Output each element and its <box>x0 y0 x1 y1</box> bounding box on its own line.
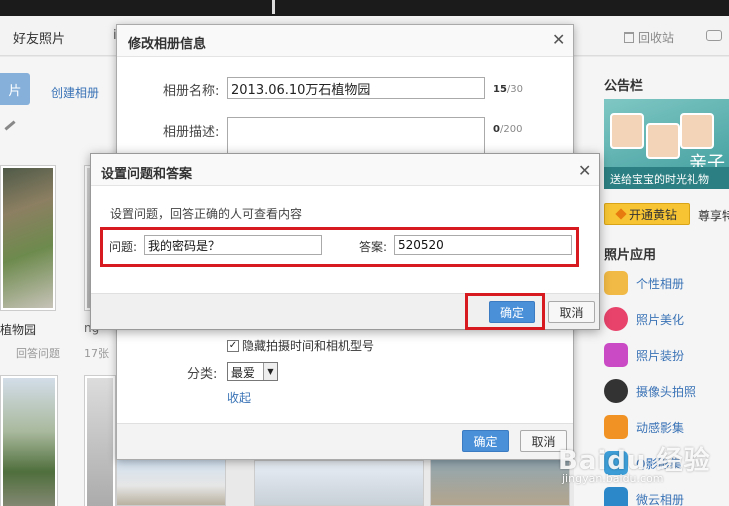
answer-input[interactable] <box>394 235 572 255</box>
desc-char-max: /200 <box>499 124 523 135</box>
dialog-hint: 设置问题，回答正确的人可查看内容 <box>110 207 303 221</box>
hide-exif-checkbox[interactable]: ✓ <box>227 339 239 352</box>
dialog-title: 设置问题和答案 <box>101 167 193 182</box>
category-value: 最爱 <box>231 366 256 380</box>
upload-photos-button[interactable]: 片 <box>0 73 30 105</box>
hide-exif-label: 隐藏拍摄时间和相机型号 <box>242 339 375 353</box>
top-strip <box>0 0 729 16</box>
camera-icon <box>604 379 628 403</box>
album-name-input[interactable] <box>227 77 485 99</box>
album-name-label: 相册名称: <box>163 84 220 99</box>
message-icon[interactable] <box>706 30 722 41</box>
album-cover-image <box>3 168 53 308</box>
dialog-footer: 确定 取消 <box>117 423 573 459</box>
app-item-personal-album[interactable]: 个性相册 <box>604 271 684 295</box>
top-strip-mark <box>272 0 275 14</box>
baidu-watermark-url: jingyan.baidu.com <box>562 472 664 485</box>
collapse-link[interactable]: 收起 <box>227 389 251 406</box>
photo-thumbnail[interactable] <box>254 460 424 506</box>
question-label: 问题: <box>109 240 138 254</box>
photo-thumbnail[interactable] <box>430 456 570 506</box>
album-meta: 回答问题 <box>16 347 60 360</box>
confirm-button[interactable]: 确定 <box>489 301 535 323</box>
dynamic-album-icon <box>604 415 628 439</box>
open-vip-button[interactable]: 开通黄钻 <box>604 203 690 225</box>
app-item-photo-beautify[interactable]: 照片美化 <box>604 307 684 331</box>
baby-photo <box>610 113 644 149</box>
nav-tab-friends-photos[interactable]: 好友照片 <box>13 28 65 47</box>
recycle-bin-label: 回收站 <box>638 31 675 45</box>
app-item-label: 照片装扮 <box>636 348 685 363</box>
open-vip-label: 开通黄钻 <box>628 207 677 222</box>
name-char-count: 15 <box>493 84 507 95</box>
category-select[interactable]: 最爱 ▼ <box>227 362 278 381</box>
name-char-counter: 15/30 <box>493 84 523 95</box>
dialog-header: 设置问题和答案 ✕ <box>91 154 599 186</box>
baby-photo <box>646 123 680 159</box>
decor-icon <box>604 343 628 367</box>
pencil-icon[interactable] <box>4 120 16 131</box>
vip-benefits-link[interactable]: 尊享特 <box>698 207 729 224</box>
notice-board-title: 公告栏 <box>604 79 644 94</box>
album-cover-image <box>3 378 55 506</box>
question-input[interactable] <box>144 235 322 255</box>
beauty-icon <box>604 307 628 331</box>
answer-label: 答案: <box>359 240 388 254</box>
album-cover-image <box>87 378 113 506</box>
weiyun-icon <box>604 487 628 506</box>
app-item-webcam[interactable]: 摄像头拍照 <box>604 379 696 403</box>
app-item-dynamic-album[interactable]: 动感影集 <box>604 415 684 439</box>
app-item-label: 动感影集 <box>636 420 685 435</box>
album-name[interactable]: 植物园 <box>0 321 36 338</box>
app-item-label: 照片美化 <box>636 312 685 327</box>
app-item-weiyun[interactable]: 微云相册 <box>604 487 684 506</box>
trash-icon <box>624 32 634 43</box>
category-label: 分类: <box>187 367 218 382</box>
album-cover[interactable] <box>84 375 116 506</box>
create-album-link[interactable]: 创建相册 <box>51 84 99 101</box>
diamond-icon <box>615 208 627 220</box>
dialog-header: 修改相册信息 ✕ <box>117 25 573 57</box>
chevron-down-icon: ▼ <box>263 363 277 380</box>
hide-exif-option[interactable]: ✓ 隐藏拍摄时间和相机型号 <box>227 337 374 354</box>
recycle-bin-link[interactable]: 回收站 <box>624 29 674 46</box>
baby-photo <box>680 113 714 149</box>
desc-char-counter: 0/200 <box>493 124 522 135</box>
set-question-dialog: 设置问题和答案 ✕ 设置问题，回答正确的人可查看内容 问题: 答案: 确定 取消 <box>90 153 600 330</box>
app-item-label: 微云相册 <box>636 492 685 506</box>
app-item-label: 个性相册 <box>636 276 685 291</box>
app-item-label: 摄像头拍照 <box>636 384 697 399</box>
confirm-button[interactable]: 确定 <box>462 430 509 452</box>
album-cover[interactable] <box>0 165 56 311</box>
desc-char-count: 0 <box>493 124 500 135</box>
close-icon[interactable]: ✕ <box>552 32 565 48</box>
app-item-photo-decor[interactable]: 照片装扮 <box>604 343 684 367</box>
promo-banner[interactable]: 亲子 送给宝宝的时光礼物 <box>604 99 729 189</box>
name-char-max: /30 <box>506 84 524 95</box>
album-cover[interactable] <box>0 375 58 506</box>
photo-apps-title: 照片应用 <box>604 248 657 263</box>
close-icon[interactable]: ✕ <box>578 163 591 179</box>
album-desc-input[interactable] <box>227 117 485 157</box>
cancel-button[interactable]: 取消 <box>548 301 595 323</box>
banner-caption: 送给宝宝的时光礼物 <box>604 167 729 189</box>
album-icon <box>604 271 628 295</box>
album-meta: 17张 <box>84 347 109 360</box>
dialog-title: 修改相册信息 <box>128 37 207 52</box>
album-desc-label: 相册描述: <box>163 125 220 140</box>
photo-thumbnail[interactable] <box>116 456 226 506</box>
